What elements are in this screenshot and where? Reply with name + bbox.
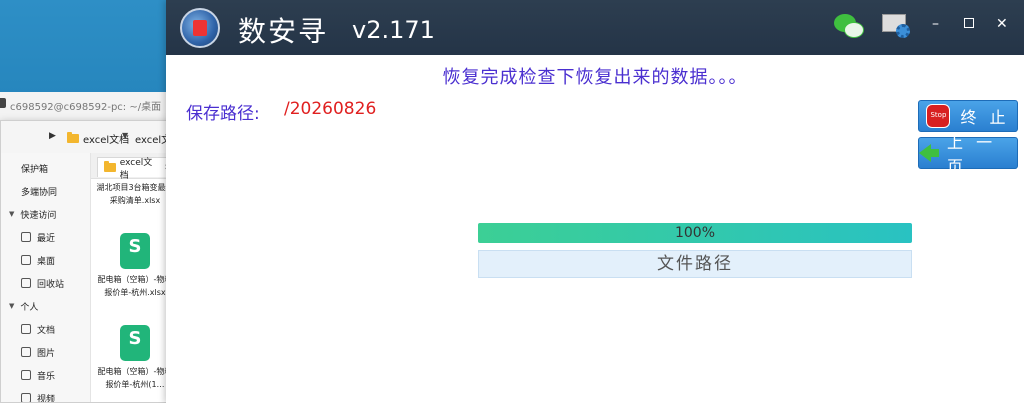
file-name: 配电箱（空箱）-物料报价单-杭州(1… xyxy=(97,367,173,389)
forward-arrow-icon[interactable]: ▶ xyxy=(49,131,56,141)
sidebar-item[interactable]: 最近 xyxy=(1,226,91,248)
music-icon xyxy=(21,370,31,380)
chevron-down-icon: ▼ xyxy=(9,210,15,218)
sidebar-section[interactable]: ▼ 个人 xyxy=(1,295,91,317)
save-path-label: 保存路径: xyxy=(186,104,260,124)
progress-bar: 100% xyxy=(478,223,912,243)
sidebar-item-label: 桌面 xyxy=(37,256,56,267)
sidebar-item-label: 快速访问 xyxy=(20,210,57,221)
stop-button-label: 终 止 xyxy=(960,108,1010,127)
folder-icon xyxy=(104,161,116,172)
chevron-down-icon: ▼ xyxy=(9,302,15,310)
terminal-icon xyxy=(0,98,6,108)
tab-label: excel文档 xyxy=(119,157,153,181)
close-button[interactable]: ✕ xyxy=(996,16,1008,32)
clock-icon xyxy=(21,232,31,242)
spreadsheet-icon xyxy=(120,233,150,269)
file-path-button[interactable]: 文件路径 xyxy=(478,250,912,278)
sidebar-item[interactable]: 音乐 xyxy=(1,364,91,386)
sidebar-item[interactable]: 回收站 xyxy=(1,272,91,294)
sidebar-item[interactable]: 文档 xyxy=(1,318,91,340)
file-item[interactable]: 湖北项目3台箱变最终采购清单.xlsx xyxy=(96,181,174,207)
sidebar-item[interactable]: 图片 xyxy=(1,341,91,363)
file-item[interactable]: 配电箱（空箱）-物料报价单-杭州(1… xyxy=(96,325,174,391)
minimize-button[interactable]: – xyxy=(932,16,939,32)
breadcrumb-chevron-icon[interactable]: ▼ xyxy=(122,131,128,140)
document-icon xyxy=(21,324,31,334)
sidebar-item[interactable]: 桌面 xyxy=(1,249,91,271)
sidebar-item-label: 保护箱 xyxy=(21,164,49,175)
breadcrumb-item[interactable]: excel文档 xyxy=(67,129,129,147)
file-item[interactable]: 配电箱（空箱）-物料报价单-杭州.xlsx xyxy=(96,233,174,299)
sidebar-item-label: 文档 xyxy=(37,325,56,336)
sidebar-item-label: 音乐 xyxy=(37,371,56,382)
sidebar-item-label: 视频 xyxy=(37,394,56,403)
stop-sign-icon xyxy=(926,104,951,128)
sidebar-item-label: 图片 xyxy=(37,348,56,359)
previous-page-label: 上 一 页 xyxy=(947,133,997,176)
desktop-icon xyxy=(21,255,31,265)
recovery-app-window: 数安寻 v2.171 – ✕ 恢复完成检查下恢复出来的数据。。。 保存路径: /… xyxy=(166,0,1024,403)
video-icon xyxy=(21,393,31,402)
sidebar-item[interactable]: 保护箱 xyxy=(1,157,91,179)
save-path-value[interactable]: /20260826 xyxy=(284,99,376,119)
terminal-title: c698592@c698592-pc: ~/桌面 xyxy=(10,102,162,113)
status-message: 恢复完成检查下恢复出来的数据。。。 xyxy=(442,67,748,88)
sidebar-section[interactable]: ▼ 快速访问 xyxy=(1,203,91,225)
sidebar-item-label: 多端协同 xyxy=(21,187,58,198)
app-logo-icon xyxy=(180,8,220,48)
sidebar-item-label: 最近 xyxy=(37,233,56,244)
file-manager-sidebar: 保护箱多端协同 ▼ 快速访问最近桌面回收站 ▼ 个人文档图片音乐视频 xyxy=(1,153,91,403)
image-icon xyxy=(21,347,31,357)
wechat-icon[interactable] xyxy=(834,14,864,40)
spreadsheet-icon xyxy=(120,325,150,361)
app-name: 数安寻 xyxy=(238,15,329,48)
stop-button[interactable]: 终 止 xyxy=(918,100,1018,132)
tab-excel-docs[interactable]: excel文档 ✖ xyxy=(97,157,177,181)
progress-text: 100% xyxy=(674,225,716,241)
app-body: 恢复完成检查下恢复出来的数据。。。 保存路径: /20260826 终 止 上 … xyxy=(166,55,1024,403)
maximize-button[interactable] xyxy=(964,16,974,32)
trash-icon xyxy=(21,278,31,288)
file-name: 湖北项目3台箱变最终采购清单.xlsx xyxy=(96,183,174,205)
back-arrow-icon xyxy=(919,144,939,162)
previous-page-button[interactable]: 上 一 页 xyxy=(918,133,1018,176)
file-name: 配电箱（空箱）-物料报价单-杭州.xlsx xyxy=(97,275,173,297)
app-version: v2.171 xyxy=(352,16,435,44)
sidebar-item[interactable]: 多端协同 xyxy=(1,180,91,202)
settings-icon[interactable] xyxy=(882,12,910,40)
restore-icon xyxy=(964,18,974,28)
sidebar-item[interactable]: 视频 xyxy=(1,387,91,403)
folder-icon xyxy=(67,131,79,143)
sidebar-item-label: 个人 xyxy=(20,302,39,313)
app-titlebar: 数安寻 v2.171 – ✕ xyxy=(166,0,1024,55)
sidebar-item-label: 回收站 xyxy=(37,279,65,290)
